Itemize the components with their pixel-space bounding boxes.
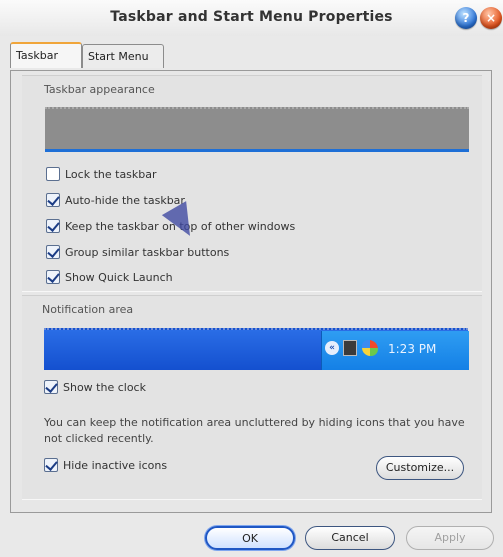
show-clock-checkbox[interactable]: [44, 380, 58, 394]
hide-inactive-label: Hide inactive icons: [63, 459, 168, 472]
window-title: Taskbar and Start Menu Properties: [110, 9, 393, 25]
help-button[interactable]: ?: [455, 7, 477, 29]
auto-hide-checkbox[interactable]: [46, 193, 60, 207]
title-bar[interactable]: Taskbar and Start Menu Properties ? ×: [0, 0, 503, 36]
keep-on-top-checkbox[interactable]: [46, 219, 60, 233]
help-icon: ?: [462, 11, 470, 25]
hide-inactive-checkbox[interactable]: [44, 458, 58, 472]
properties-dialog: Taskbar and Start Menu Properties ? × Ta…: [0, 0, 503, 557]
show-clock-label: Show the clock: [63, 381, 146, 394]
taskbar-appearance-label: Taskbar appearance: [44, 83, 155, 96]
cancel-button[interactable]: Cancel: [305, 526, 395, 550]
network-icon: [343, 340, 357, 356]
taskbar-preview-accent: [45, 149, 469, 152]
lock-taskbar-checkbox[interactable]: [46, 167, 60, 181]
apply-button[interactable]: Apply: [406, 526, 494, 550]
taskbar-preview: [45, 107, 469, 149]
windows-flag-icon: [362, 340, 378, 356]
quick-launch-checkbox[interactable]: [46, 270, 60, 284]
tab-start-menu[interactable]: Start Menu: [82, 44, 164, 68]
chevron-left-icon: «: [325, 341, 339, 355]
notification-area-label: Notification area: [42, 303, 134, 316]
close-icon: ×: [485, 11, 497, 25]
ok-button[interactable]: OK: [205, 526, 295, 550]
tray-clock: 1:23 PM: [388, 342, 437, 356]
group-buttons-checkbox[interactable]: [46, 245, 60, 259]
lock-taskbar-label: Lock the taskbar: [65, 168, 157, 181]
auto-hide-label: Auto-hide the taskbar: [65, 194, 185, 207]
close-button[interactable]: ×: [480, 7, 502, 29]
notification-info-text: You can keep the notification area unclu…: [44, 416, 465, 445]
tab-taskbar[interactable]: Taskbar: [10, 42, 82, 68]
group-buttons-label: Group similar taskbar buttons: [65, 246, 230, 259]
quick-launch-label: Show Quick Launch: [65, 271, 173, 284]
customize-button[interactable]: Customize...: [376, 456, 464, 480]
